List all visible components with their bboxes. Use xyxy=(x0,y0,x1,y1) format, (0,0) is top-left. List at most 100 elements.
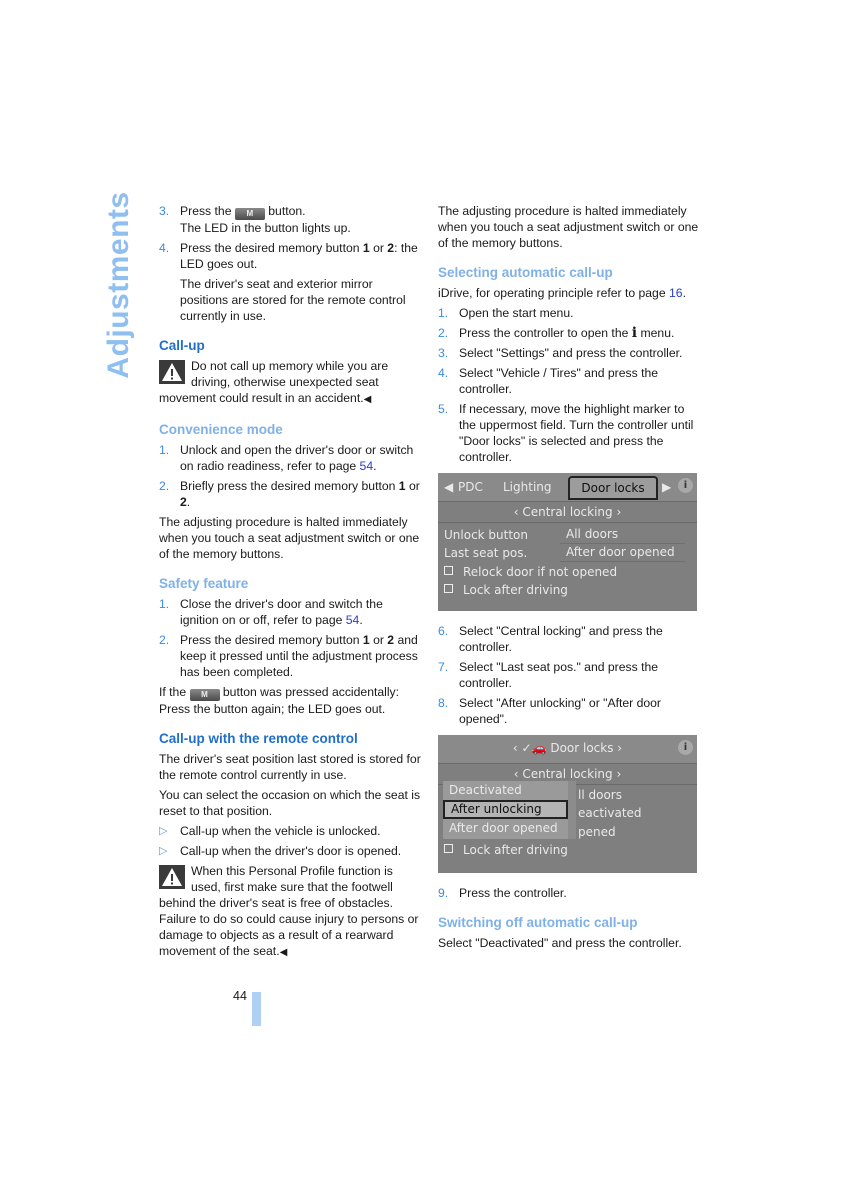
step-text: or xyxy=(369,633,388,647)
end-mark-icon: ◀ xyxy=(363,394,372,405)
tab-right-arrow-icon[interactable]: ▶ xyxy=(662,479,671,495)
step-number: 1. xyxy=(159,443,170,457)
right-intro: The adjusting procedure is halted immedi… xyxy=(438,204,699,250)
steps-after-screen: 6. Select "Central locking" and press the… xyxy=(438,623,700,727)
step-text: Press the desired memory button xyxy=(180,633,363,647)
step-number: 4. xyxy=(438,366,449,380)
door-locks-title[interactable]: ‹ ✓🚗 Door locks › xyxy=(513,741,622,755)
bullet-text: Call-up when the vehicle is unlocked. xyxy=(180,824,381,838)
unlock-button-field[interactable]: All doors xyxy=(560,525,685,544)
remote-warning: When this Personal Profile function is u… xyxy=(159,863,421,961)
safety-step-2: 2. Press the desired memory button 1 or … xyxy=(159,632,421,680)
lock-after-driving-row[interactable]: Lock after driving xyxy=(444,842,568,858)
memory-steps: 3. Press the M button. The LED in the bu… xyxy=(159,203,421,272)
step-4: 4. Press the desired memory button 1 or … xyxy=(159,240,421,272)
checkbox-icon[interactable] xyxy=(444,844,453,853)
page-link-16[interactable]: 16 xyxy=(669,286,683,300)
idrive-reference: iDrive, for operating principle refer to… xyxy=(438,286,686,300)
safety-note: If the M button was pressed accidentally… xyxy=(159,684,421,717)
bg-value: ll doors xyxy=(578,788,622,802)
tab-left-arrow-icon[interactable]: ◀ xyxy=(444,479,453,495)
callup-warning: Do not call up memory while you are driv… xyxy=(159,358,421,408)
warning-text: Do not call up memory while you are driv… xyxy=(159,359,389,405)
selecting-step-1: 1. Open the start menu. xyxy=(438,305,700,321)
step4-note: The driver's seat and exterior mirror po… xyxy=(180,277,406,323)
idrive-screen-last-seat-pos: ‹ ✓🚗 Door locks › i ‹ Central locking › … xyxy=(438,735,697,873)
left-column: 3. Press the M button. The LED in the bu… xyxy=(159,203,421,965)
step-7: 7. Select "Last seat pos." and press the … xyxy=(438,659,700,691)
memory-1: 1 xyxy=(398,479,406,493)
checkbox-label: Lock after driving xyxy=(463,843,568,857)
convenience-step-1: 1. Unlock and open the driver's door or … xyxy=(159,443,414,473)
switching-off-heading: Switching off automatic call-up xyxy=(438,915,638,930)
idrive-screen-door-locks: ◀ PDC Lighting Door locks ▶ i ‹ Central … xyxy=(438,473,697,611)
unlock-button-value: All doors xyxy=(566,527,619,541)
checkbox-icon[interactable] xyxy=(444,566,453,575)
step-text: button. xyxy=(268,204,306,218)
convenience-steps: 1. Unlock and open the driver's door or … xyxy=(159,442,421,510)
safety-steps: 1. Close the driver's door and switch th… xyxy=(159,596,421,680)
unlock-button-label[interactable]: Unlock button xyxy=(444,527,528,543)
tab-door-locks[interactable]: Door locks xyxy=(568,476,658,500)
reference-text: iDrive, for operating principle refer to… xyxy=(438,286,670,300)
right-column: The adjusting procedure is halted immedi… xyxy=(438,203,700,955)
lock-after-driving-row[interactable]: Lock after driving xyxy=(444,582,568,598)
page-link-54[interactable]: 54 xyxy=(346,613,360,627)
bg-value: pened xyxy=(578,825,616,839)
m-button-icon: M xyxy=(189,689,220,701)
step-number: 2. xyxy=(159,633,170,647)
selecting-step-3: 3. Select "Settings" and press the contro… xyxy=(438,345,700,361)
selecting-steps: 1. Open the start menu. 2. Press the contr… xyxy=(438,305,700,465)
relock-checkbox-row[interactable]: Relock door if not opened xyxy=(444,564,617,580)
step-number: 1. xyxy=(159,597,170,611)
info-icon[interactable]: i xyxy=(678,740,693,755)
step-text: . xyxy=(186,495,191,509)
step-text: Unlock and open the driver's door or swi… xyxy=(180,443,414,473)
bg-value: eactivated xyxy=(578,806,642,820)
checkbox-icon[interactable] xyxy=(444,584,453,593)
remote-heading: Call-up with the remote control xyxy=(159,731,358,746)
central-locking-header[interactable]: ‹ Central locking › xyxy=(438,502,697,523)
step-text: Open the start menu. xyxy=(459,306,574,320)
convenience-heading: Convenience mode xyxy=(159,422,283,437)
step-number: 3. xyxy=(438,346,449,360)
tab-bar: ◀ PDC Lighting Door locks ▶ i xyxy=(438,473,697,502)
switching-off-text: Select "Deactivated" and press the contr… xyxy=(438,936,682,950)
page-link-54[interactable]: 54 xyxy=(360,459,374,473)
bullet-triangle-icon: ▷ xyxy=(159,845,168,857)
tab-pdc[interactable]: PDC xyxy=(458,479,483,495)
door-locks-header: ‹ ✓🚗 Door locks › i xyxy=(438,735,697,764)
selecting-heading: Selecting automatic call-up xyxy=(438,265,613,280)
checkbox-label: Relock door if not opened xyxy=(463,565,618,579)
step-text: menu. xyxy=(637,326,675,340)
step-text: The LED in the button lights up. xyxy=(180,221,351,235)
warning-text: When this Personal Profile function is u… xyxy=(159,864,419,958)
step-number: 8. xyxy=(438,696,449,710)
last-seat-pos-field[interactable]: After door opened xyxy=(560,543,685,562)
info-icon[interactable]: i xyxy=(678,478,693,493)
note-text: If the xyxy=(159,685,187,699)
selecting-step-4: 4. Select "Vehicle / Tires" and press the… xyxy=(438,365,700,397)
last-seat-pos-label[interactable]: Last seat pos. xyxy=(444,545,527,561)
step-text: Select "Central locking" and press the c… xyxy=(459,624,663,654)
option-after-unlocking[interactable]: After unlocking xyxy=(443,800,568,819)
step-text: Select "After unlocking" or "After door … xyxy=(459,696,661,726)
option-after-door-opened[interactable]: After door opened xyxy=(443,819,568,838)
step-text: Select "Vehicle / Tires" and press the c… xyxy=(459,366,659,396)
bullet-item: ▷ Call-up when the vehicle is unlocked. xyxy=(159,823,421,839)
convenience-step-2: 2. Briefly press the desired memory butt… xyxy=(159,478,421,510)
warning-icon xyxy=(159,865,185,889)
step-text: Press the xyxy=(180,204,232,218)
step-text: Press the controller to open the xyxy=(459,326,632,340)
option-deactivated[interactable]: Deactivated xyxy=(443,781,568,800)
end-mark-icon: ◀ xyxy=(279,947,288,958)
step-text: or xyxy=(369,241,388,255)
tab-lighting[interactable]: Lighting xyxy=(503,479,552,495)
step-9: 9. Press the controller. xyxy=(438,885,700,901)
step-6: 6. Select "Central locking" and press the… xyxy=(438,623,700,655)
bullet-text: Call-up when the driver's door is opened… xyxy=(180,844,402,858)
memory-2: 2 xyxy=(180,495,187,509)
bullet-item: ▷ Call-up when the driver's door is opene… xyxy=(159,843,421,859)
step-8: 8. Select "After unlocking" or "After doo… xyxy=(438,695,700,727)
safety-step-1: 1. Close the driver's door and switch th… xyxy=(159,597,383,627)
